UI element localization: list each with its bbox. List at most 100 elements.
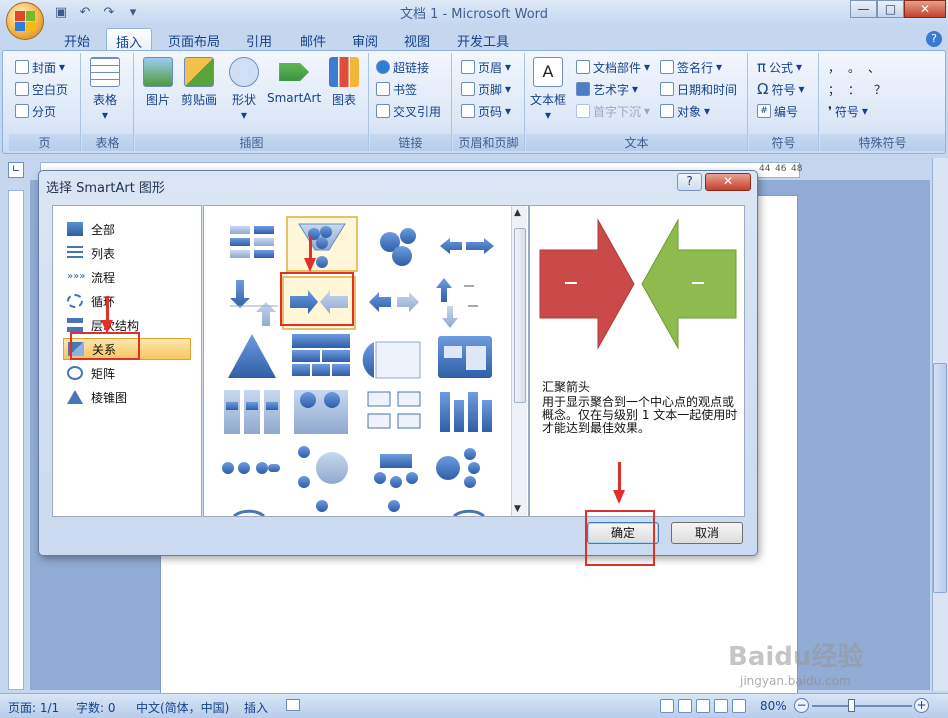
- thumb-table-hierarchy[interactable]: [292, 334, 350, 376]
- bookmark-button[interactable]: 书签: [376, 79, 417, 99]
- draft-icon[interactable]: [732, 699, 746, 713]
- zoom-out-button[interactable]: −: [794, 698, 809, 713]
- cover-page-button[interactable]: 封面 ▾: [15, 57, 65, 77]
- clipart-button[interactable]: 剪贴画: [181, 57, 217, 108]
- thumb-stacked-columns[interactable]: [224, 390, 280, 434]
- annotation-box-converging: [280, 272, 354, 326]
- symbol-button[interactable]: Ω 符号 ▾: [757, 79, 805, 99]
- date-time-button[interactable]: 日期和时间: [660, 79, 737, 99]
- dialog-close-button[interactable]: ✕: [705, 173, 751, 191]
- tab-insert[interactable]: 插入: [106, 28, 152, 51]
- tab-references[interactable]: 引用: [238, 28, 280, 50]
- thumb-radial-circles[interactable]: [436, 448, 480, 488]
- page-number-button[interactable]: 页码 ▾: [461, 101, 511, 121]
- smartart-button[interactable]: SmartArt: [267, 57, 321, 105]
- scrollbar-thumb[interactable]: [933, 363, 947, 593]
- wordart-button[interactable]: 艺术字 ▾: [576, 79, 638, 99]
- list-icon: [67, 246, 83, 260]
- footer-button[interactable]: 页脚 ▾: [461, 79, 511, 99]
- status-page[interactable]: 页面: 1/1: [8, 699, 59, 716]
- tab-page-layout[interactable]: 页面布局: [162, 28, 226, 50]
- textbox-button[interactable]: A 文本框 ▾: [530, 57, 566, 122]
- dialog-help-button[interactable]: ?: [677, 173, 702, 191]
- web-layout-icon[interactable]: [696, 699, 710, 713]
- object-button[interactable]: 对象 ▾: [660, 101, 710, 121]
- page-break-button[interactable]: 分页: [15, 101, 56, 121]
- numbering-button[interactable]: # 编号: [757, 101, 798, 121]
- thumb-opposing-arrows[interactable]: [440, 238, 494, 254]
- category-process[interactable]: »»» 流程: [63, 266, 191, 288]
- gallery-graphics: [222, 216, 494, 516]
- special-punct-row1[interactable]: ，。、: [828, 57, 894, 77]
- blank-page-button[interactable]: 空白页: [15, 79, 68, 99]
- zoom-slider[interactable]: [812, 705, 912, 707]
- status-language[interactable]: 中文(简体，中国): [136, 699, 229, 716]
- scroll-down-icon[interactable]: ▼: [514, 504, 521, 514]
- links-group-label: 链接: [370, 134, 451, 151]
- special-symbol-button[interactable]: ❜ 符号 ▾: [828, 101, 868, 121]
- cross-reference-button[interactable]: 交叉引用: [376, 101, 441, 121]
- gallery-scrollbar-thumb[interactable]: [514, 228, 526, 403]
- office-button[interactable]: [6, 2, 44, 40]
- ribbon: 封面 ▾ 空白页 分页 页 表格 ▾ 表格 图片 剪贴画 形状 ▾ SmartArt …: [2, 50, 946, 154]
- thumb-hierarchy-circles[interactable]: [374, 454, 418, 488]
- drop-cap-button[interactable]: 首字下沉 ▾: [576, 101, 650, 121]
- cancel-button[interactable]: 取消: [671, 522, 743, 544]
- tab-selector[interactable]: ∟: [8, 162, 24, 178]
- close-button[interactable]: ✕: [904, 0, 946, 18]
- header-button[interactable]: 页眉 ▾: [461, 57, 511, 77]
- print-layout-icon[interactable]: [660, 699, 674, 713]
- shapes-button[interactable]: 形状 ▾: [229, 57, 259, 122]
- tab-home[interactable]: 开始: [56, 28, 98, 50]
- table-icon: [90, 57, 120, 87]
- tab-mailings[interactable]: 邮件: [292, 28, 334, 50]
- thumb-segmented-list[interactable]: [362, 341, 421, 379]
- maximize-button[interactable]: □: [877, 0, 904, 18]
- zoom-level[interactable]: 80%: [760, 699, 787, 713]
- thumb-diverging-arrows[interactable]: [369, 292, 419, 312]
- table-button[interactable]: 表格 ▾: [90, 57, 120, 122]
- macro-record-icon[interactable]: [286, 699, 300, 711]
- full-screen-reading-icon[interactable]: [678, 699, 692, 713]
- tab-developer[interactable]: 开发工具: [450, 28, 516, 50]
- tab-view[interactable]: 视图: [396, 28, 438, 50]
- scroll-up-icon[interactable]: ▲: [514, 208, 521, 218]
- category-pyramid[interactable]: 棱锥图: [63, 386, 191, 408]
- thumb-pyramid[interactable]: [228, 334, 276, 378]
- vertical-scrollbar[interactable]: [932, 158, 948, 691]
- vertical-ruler[interactable]: [8, 190, 24, 690]
- quick-parts-button[interactable]: 文档部件 ▾: [576, 57, 650, 77]
- thumb-gears[interactable]: [380, 228, 416, 266]
- page-group: 封面 ▾ 空白页 分页 页: [9, 53, 81, 151]
- thumb-bracket-list[interactable]: [367, 391, 421, 429]
- thumb-funnel[interactable]: [286, 216, 358, 272]
- category-list-type[interactable]: 列表: [63, 242, 191, 264]
- category-all[interactable]: 全部: [63, 218, 191, 240]
- category-matrix[interactable]: 矩阵: [63, 362, 191, 384]
- zoom-in-button[interactable]: +: [914, 698, 929, 713]
- help-icon[interactable]: ?: [926, 31, 942, 47]
- tab-review[interactable]: 审阅: [344, 28, 386, 50]
- special-punct-row2[interactable]: ；：？: [828, 79, 900, 99]
- hyperlink-button[interactable]: 超链接: [376, 57, 429, 77]
- thumb-up-down-arrows[interactable]: [436, 278, 478, 328]
- equation-button[interactable]: π 公式 ▾: [757, 57, 802, 77]
- picture-button[interactable]: 图片: [143, 57, 173, 108]
- zoom-slider-thumb[interactable]: [848, 699, 855, 712]
- dialog-title: 选择 SmartArt 图形: [46, 181, 165, 196]
- thumb-equation[interactable]: [222, 462, 280, 474]
- status-words[interactable]: 字数: 0: [76, 699, 116, 716]
- thumb-plus-circle[interactable]: [298, 446, 348, 488]
- thumb-circle-columns[interactable]: [294, 390, 348, 434]
- minimize-button[interactable]: —: [850, 0, 877, 18]
- outline-icon[interactable]: [714, 699, 728, 713]
- chart-button[interactable]: 图表: [329, 57, 359, 108]
- signature-line-button[interactable]: 签名行 ▾: [660, 57, 722, 77]
- thumb-balance[interactable]: [230, 226, 274, 258]
- thumb-counterbalance-arrows[interactable]: [230, 280, 278, 326]
- thumb-grouped-list[interactable]: [438, 336, 492, 378]
- status-mode[interactable]: 插入: [244, 699, 268, 716]
- thumb-vertical-bars[interactable]: [440, 392, 492, 432]
- gallery-scrollbar[interactable]: ▲ ▼: [511, 206, 527, 516]
- category-cycle[interactable]: 循环: [63, 290, 191, 312]
